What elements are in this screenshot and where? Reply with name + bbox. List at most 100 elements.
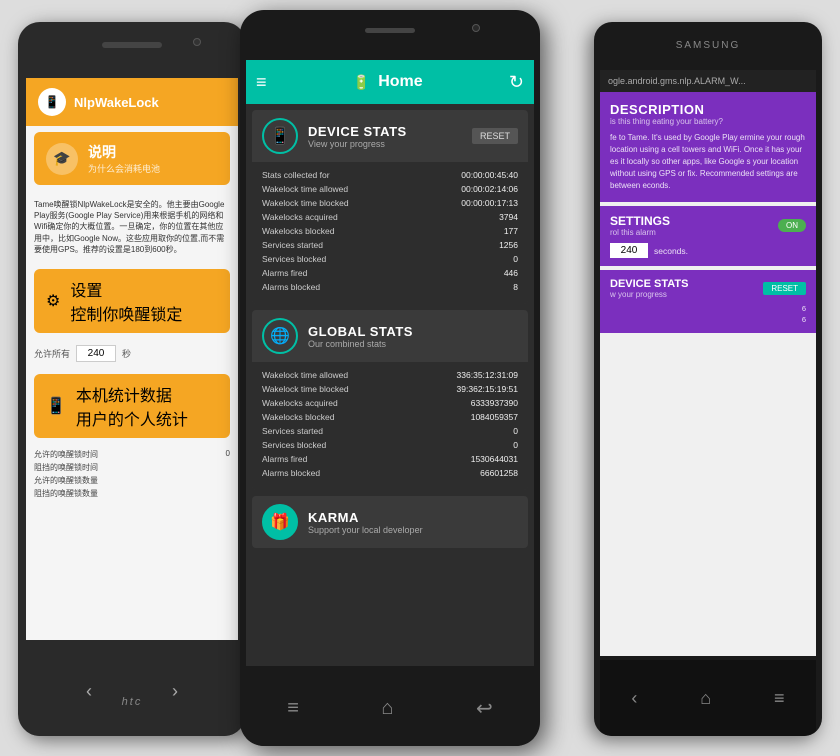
right-ds-row-2: 6 xyxy=(610,314,806,325)
allow-row: 允许所有 秒 xyxy=(26,339,238,368)
nav-back-icon[interactable]: ↩ xyxy=(476,696,493,721)
ds-row-7: Services blocked0 xyxy=(262,252,518,266)
right-ds-sub: w your progress xyxy=(610,290,688,299)
stats-sub: 用户的个人统计 xyxy=(76,406,188,430)
karma-title: KARMA xyxy=(308,510,423,525)
stat-label-1: 允许的唤醒锁时间 xyxy=(34,449,98,460)
ds-row-2: Wakelock time allowed00:00:02:14:06 xyxy=(262,182,518,196)
gs-row-3: Wakelocks acquired6333937390 xyxy=(262,396,518,410)
left-app-header: 📱 NlpWakeLock xyxy=(26,78,238,126)
karma-card[interactable]: 🎁 KARMA Support your local developer xyxy=(252,496,528,548)
global-stats-header: 🌐 GLOBAL STATS Our combined stats xyxy=(252,310,528,362)
settings-icon: ⚙ xyxy=(46,291,60,311)
screen-right: ogle.android.gms.nlp.ALARM_W... DESCRIPT… xyxy=(600,70,816,656)
device-stats-title-block: DEVICE STATS View your progress xyxy=(308,124,407,149)
ds-row-4: Wakelocks acquired3794 xyxy=(262,210,518,224)
menu-label-sub-2: 控制你唤醒锁定 xyxy=(70,301,182,325)
device-stats-icon: 📱 xyxy=(262,118,298,154)
global-stats-title: GLOBAL STATS xyxy=(308,324,413,339)
right-ds-row-1: 6 xyxy=(610,303,806,314)
toggle-button[interactable]: ON xyxy=(778,219,806,232)
hamburger-icon[interactable]: ≡ xyxy=(256,72,267,93)
nav-home-icon[interactable]: ⌂ xyxy=(381,697,393,720)
battery-icon: 🔋 xyxy=(353,74,370,91)
gs-row-5: Services started0 xyxy=(262,424,518,438)
karma-header: 🎁 KARMA Support your local developer xyxy=(252,496,528,548)
settings-title: SETTINGS xyxy=(610,214,670,228)
settings-sub: rol this alarm xyxy=(610,228,670,237)
settings-section: SETTINGS rol this alarm ON seconds. xyxy=(600,206,816,266)
right-nav-home[interactable]: ⌂ xyxy=(700,688,711,709)
allow-input[interactable] xyxy=(76,345,116,362)
right-app-header: ogle.android.gms.nlp.ALARM_W... xyxy=(600,70,816,92)
left-bottom-nav: ‹ htc › xyxy=(26,646,238,736)
global-stats-title-block: GLOBAL STATS Our combined stats xyxy=(308,324,413,349)
karma-subtitle: Support your local developer xyxy=(308,525,423,535)
menu-item-description[interactable]: 🎓 说明 为什么会消耗电池 xyxy=(34,132,230,185)
gs-row-8: Alarms blocked66601258 xyxy=(262,466,518,480)
camera-top-left xyxy=(193,38,201,46)
screen-center: ≡ 🔋 Home ↻ 📱 DEVICE STATS View your prog… xyxy=(246,60,534,666)
right-allow-row: seconds. xyxy=(610,243,806,258)
menu-item-stats[interactable]: 📱 本机统计数据 用户的个人统计 xyxy=(34,374,230,438)
stat-row-2: 阻挡的唤醒锁时间 xyxy=(34,461,230,474)
stat-row-4: 阻挡的唤醒锁数量 xyxy=(34,487,230,500)
stats-icon: 📱 xyxy=(46,396,66,416)
gs-row-1: Wakelock time allowed336:35:12:31:09 xyxy=(262,368,518,382)
stat-label-2: 阻挡的唤醒锁时间 xyxy=(34,462,98,473)
right-nav-back[interactable]: ‹ xyxy=(631,688,637,709)
camera-top-center xyxy=(472,24,480,32)
device-stats-reset-button[interactable]: RESET xyxy=(472,128,518,144)
center-bottom-nav: ≡ ⌂ ↩ xyxy=(246,670,534,746)
stats-title: 本机统计数据 xyxy=(76,382,188,406)
global-stats-card: 🌐 GLOBAL STATS Our combined stats Wakelo… xyxy=(252,310,528,490)
settings-row: SETTINGS rol this alarm ON xyxy=(610,214,806,237)
gs-row-2: Wakelock time blocked39:362:15:19:51 xyxy=(262,382,518,396)
right-device-stats: DEVICE STATS w your progress RESET 6 6 xyxy=(600,270,816,333)
right-reset-button[interactable]: RESET xyxy=(763,282,806,295)
right-ds-rows: 6 6 xyxy=(610,303,806,325)
phone-right: SAMSUNG ogle.android.gms.nlp.ALARM_W... … xyxy=(594,22,822,736)
allow-label: 允许所有 xyxy=(34,347,70,360)
karma-icon: 🎁 xyxy=(262,504,298,540)
menu-label-cn-1: 说明 xyxy=(88,142,160,162)
back-icon-left[interactable]: ‹ xyxy=(86,681,92,702)
samsung-logo: SAMSUNG xyxy=(676,40,741,51)
right-ds-header: DEVICE STATS w your progress RESET xyxy=(610,278,806,299)
description-section: DESCRIPTION is this thing eating your ba… xyxy=(600,92,816,202)
right-nav-menu[interactable]: ≡ xyxy=(774,688,785,709)
stats-rows: 允许的唤醒锁时间 0 阻挡的唤醒锁时间 允许的唤醒锁数量 阻挡的唤醒锁数量 xyxy=(26,444,238,504)
scene: 📱 NlpWakeLock 🎓 说明 为什么会消耗电池 Tame唤醒锁NlpWa… xyxy=(0,0,840,756)
allow-unit: 秒 xyxy=(122,347,131,360)
stat-val-1: 0 xyxy=(226,449,230,460)
center-app-header: ≡ 🔋 Home ↻ xyxy=(246,60,534,104)
ds-row-8: Alarms fired446 xyxy=(262,266,518,280)
screen-left: 📱 NlpWakeLock 🎓 说明 为什么会消耗电池 Tame唤醒锁NlpWa… xyxy=(26,78,238,640)
right-allow-unit: seconds. xyxy=(654,246,688,256)
device-stats-subtitle: View your progress xyxy=(308,139,407,149)
speaker-top-left xyxy=(102,42,162,48)
karma-title-block: KARMA Support your local developer xyxy=(308,510,423,535)
gs-row-7: Alarms fired1530644031 xyxy=(262,452,518,466)
phone-center: ≡ 🔋 Home ↻ 📱 DEVICE STATS View your prog… xyxy=(240,10,540,746)
forward-icon-left[interactable]: › xyxy=(172,681,178,702)
gs-row-6: Services blocked0 xyxy=(262,438,518,452)
menu-label-sub-1: 为什么会消耗电池 xyxy=(88,162,160,175)
right-ds-title: DEVICE STATS xyxy=(610,278,688,290)
device-stats-title: DEVICE STATS xyxy=(308,124,407,139)
ds-row-3: Wakelock time blocked00:00:00:17:13 xyxy=(262,196,518,210)
device-stats-header: 📱 DEVICE STATS View your progress RESET xyxy=(252,110,528,162)
gs-row-4: Wakelocks blocked1084059357 xyxy=(262,410,518,424)
left-app-title: NlpWakeLock xyxy=(74,95,159,110)
nav-menu-icon[interactable]: ≡ xyxy=(287,697,299,720)
description-icon: 🎓 xyxy=(46,143,78,175)
menu-label-cn-2: 设置 xyxy=(70,277,182,301)
left-app-icon: 📱 xyxy=(38,88,66,116)
menu-item-settings[interactable]: ⚙ 设置 控制你唤醒锁定 xyxy=(34,269,230,333)
phone-left: 📱 NlpWakeLock 🎓 说明 为什么会消耗电池 Tame唤醒锁NlpWa… xyxy=(18,22,246,736)
global-stats-subtitle: Our combined stats xyxy=(308,339,413,349)
htc-logo: htc xyxy=(122,696,143,708)
center-app-title: Home xyxy=(378,73,422,91)
right-allow-input[interactable] xyxy=(610,243,648,258)
refresh-icon[interactable]: ↻ xyxy=(509,72,524,93)
